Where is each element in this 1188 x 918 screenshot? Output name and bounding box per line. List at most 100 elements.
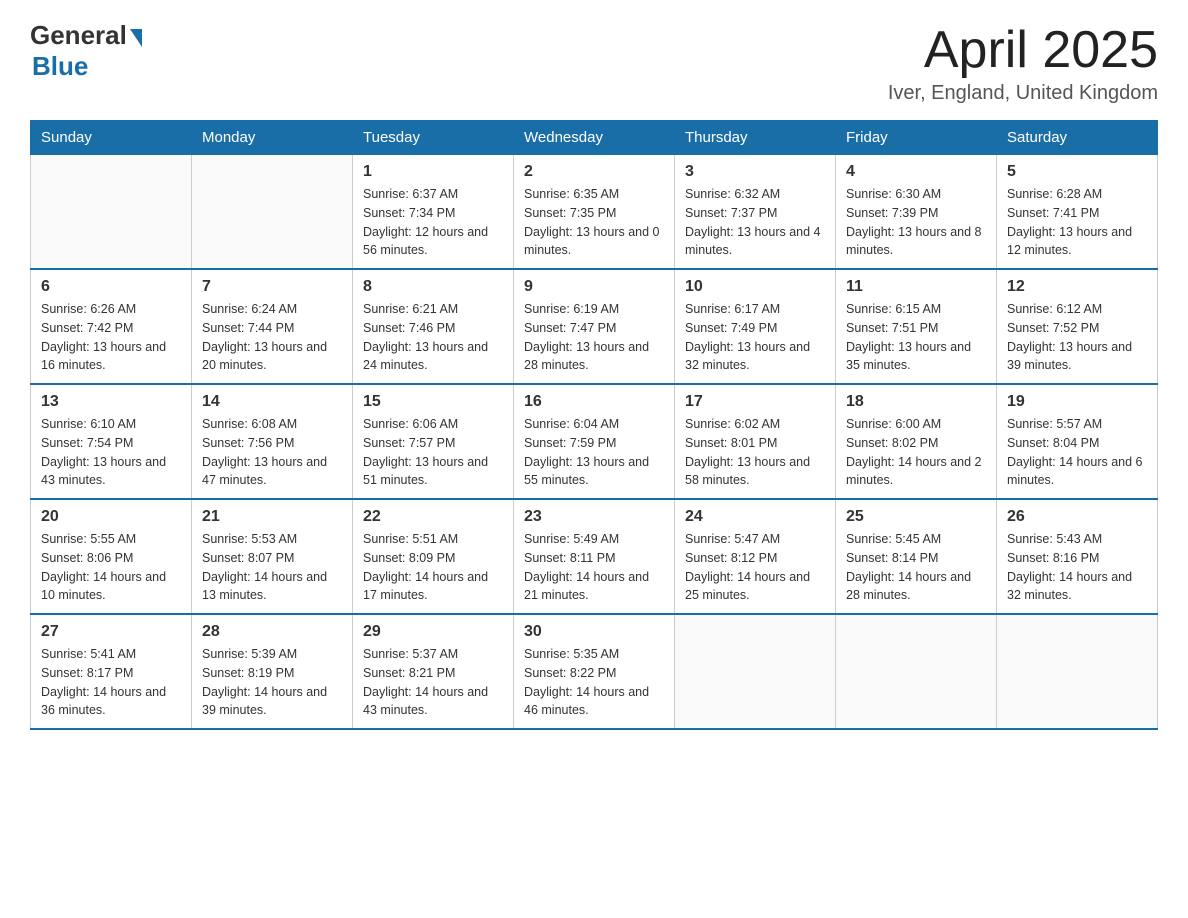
calendar-cell: 1 Sunrise: 6:37 AMSunset: 7:34 PMDayligh…	[353, 155, 514, 270]
day-number: 27	[41, 623, 181, 641]
day-info: Sunrise: 6:32 AMSunset: 7:37 PMDaylight:…	[685, 187, 821, 257]
calendar-cell	[836, 614, 997, 729]
day-number: 25	[846, 508, 986, 526]
calendar-cell	[192, 155, 353, 270]
day-info: Sunrise: 5:39 AMSunset: 8:19 PMDaylight:…	[202, 647, 327, 717]
day-number: 21	[202, 508, 342, 526]
day-info: Sunrise: 6:28 AMSunset: 7:41 PMDaylight:…	[1007, 187, 1132, 257]
week-row-2: 6 Sunrise: 6:26 AMSunset: 7:42 PMDayligh…	[31, 269, 1158, 384]
week-row-3: 13 Sunrise: 6:10 AMSunset: 7:54 PMDaylig…	[31, 384, 1158, 499]
day-info: Sunrise: 6:10 AMSunset: 7:54 PMDaylight:…	[41, 417, 166, 487]
calendar-cell: 22 Sunrise: 5:51 AMSunset: 8:09 PMDaylig…	[353, 499, 514, 614]
day-number: 9	[524, 278, 664, 296]
day-number: 18	[846, 393, 986, 411]
calendar-cell: 14 Sunrise: 6:08 AMSunset: 7:56 PMDaylig…	[192, 384, 353, 499]
day-info: Sunrise: 6:19 AMSunset: 7:47 PMDaylight:…	[524, 302, 649, 372]
day-number: 17	[685, 393, 825, 411]
day-info: Sunrise: 6:24 AMSunset: 7:44 PMDaylight:…	[202, 302, 327, 372]
calendar-cell: 28 Sunrise: 5:39 AMSunset: 8:19 PMDaylig…	[192, 614, 353, 729]
calendar-cell: 2 Sunrise: 6:35 AMSunset: 7:35 PMDayligh…	[514, 155, 675, 270]
title-section: April 2025 Iver, England, United Kingdom	[888, 20, 1158, 105]
calendar-cell: 17 Sunrise: 6:02 AMSunset: 8:01 PMDaylig…	[675, 384, 836, 499]
day-info: Sunrise: 6:00 AMSunset: 8:02 PMDaylight:…	[846, 417, 982, 487]
calendar-cell: 9 Sunrise: 6:19 AMSunset: 7:47 PMDayligh…	[514, 269, 675, 384]
calendar-cell: 16 Sunrise: 6:04 AMSunset: 7:59 PMDaylig…	[514, 384, 675, 499]
day-info: Sunrise: 6:02 AMSunset: 8:01 PMDaylight:…	[685, 417, 810, 487]
logo-general-text: General	[30, 20, 127, 51]
day-info: Sunrise: 5:35 AMSunset: 8:22 PMDaylight:…	[524, 647, 649, 717]
calendar-cell: 10 Sunrise: 6:17 AMSunset: 7:49 PMDaylig…	[675, 269, 836, 384]
calendar-cell: 5 Sunrise: 6:28 AMSunset: 7:41 PMDayligh…	[997, 155, 1158, 270]
calendar-cell: 4 Sunrise: 6:30 AMSunset: 7:39 PMDayligh…	[836, 155, 997, 270]
calendar-cell: 26 Sunrise: 5:43 AMSunset: 8:16 PMDaylig…	[997, 499, 1158, 614]
day-info: Sunrise: 5:49 AMSunset: 8:11 PMDaylight:…	[524, 532, 649, 602]
day-info: Sunrise: 5:57 AMSunset: 8:04 PMDaylight:…	[1007, 417, 1143, 487]
day-number: 29	[363, 623, 503, 641]
column-header-thursday: Thursday	[675, 121, 836, 155]
day-number: 16	[524, 393, 664, 411]
calendar-cell: 3 Sunrise: 6:32 AMSunset: 7:37 PMDayligh…	[675, 155, 836, 270]
calendar-cell	[675, 614, 836, 729]
day-info: Sunrise: 6:17 AMSunset: 7:49 PMDaylight:…	[685, 302, 810, 372]
day-number: 28	[202, 623, 342, 641]
calendar-cell: 8 Sunrise: 6:21 AMSunset: 7:46 PMDayligh…	[353, 269, 514, 384]
column-header-sunday: Sunday	[31, 121, 192, 155]
day-number: 15	[363, 393, 503, 411]
calendar-cell: 15 Sunrise: 6:06 AMSunset: 7:57 PMDaylig…	[353, 384, 514, 499]
day-info: Sunrise: 6:08 AMSunset: 7:56 PMDaylight:…	[202, 417, 327, 487]
day-info: Sunrise: 6:12 AMSunset: 7:52 PMDaylight:…	[1007, 302, 1132, 372]
calendar-cell: 7 Sunrise: 6:24 AMSunset: 7:44 PMDayligh…	[192, 269, 353, 384]
calendar-title: April 2025	[888, 20, 1158, 80]
day-info: Sunrise: 6:35 AMSunset: 7:35 PMDaylight:…	[524, 187, 660, 257]
day-info: Sunrise: 6:06 AMSunset: 7:57 PMDaylight:…	[363, 417, 488, 487]
day-info: Sunrise: 5:41 AMSunset: 8:17 PMDaylight:…	[41, 647, 166, 717]
day-number: 22	[363, 508, 503, 526]
day-number: 2	[524, 163, 664, 181]
calendar-cell: 23 Sunrise: 5:49 AMSunset: 8:11 PMDaylig…	[514, 499, 675, 614]
day-number: 14	[202, 393, 342, 411]
day-number: 19	[1007, 393, 1147, 411]
day-info: Sunrise: 5:37 AMSunset: 8:21 PMDaylight:…	[363, 647, 488, 717]
calendar-cell: 11 Sunrise: 6:15 AMSunset: 7:51 PMDaylig…	[836, 269, 997, 384]
column-header-monday: Monday	[192, 121, 353, 155]
calendar-cell: 25 Sunrise: 5:45 AMSunset: 8:14 PMDaylig…	[836, 499, 997, 614]
location-text: Iver, England, United Kingdom	[888, 82, 1158, 105]
calendar-cell	[997, 614, 1158, 729]
day-info: Sunrise: 6:21 AMSunset: 7:46 PMDaylight:…	[363, 302, 488, 372]
day-number: 23	[524, 508, 664, 526]
page-header: General Blue April 2025 Iver, England, U…	[30, 20, 1158, 105]
day-info: Sunrise: 6:37 AMSunset: 7:34 PMDaylight:…	[363, 187, 488, 257]
column-header-wednesday: Wednesday	[514, 121, 675, 155]
day-number: 30	[524, 623, 664, 641]
calendar-cell: 18 Sunrise: 6:00 AMSunset: 8:02 PMDaylig…	[836, 384, 997, 499]
day-info: Sunrise: 6:15 AMSunset: 7:51 PMDaylight:…	[846, 302, 971, 372]
day-number: 20	[41, 508, 181, 526]
logo-blue-text: Blue	[32, 51, 88, 82]
day-info: Sunrise: 5:47 AMSunset: 8:12 PMDaylight:…	[685, 532, 810, 602]
day-number: 13	[41, 393, 181, 411]
calendar-cell: 6 Sunrise: 6:26 AMSunset: 7:42 PMDayligh…	[31, 269, 192, 384]
calendar-cell: 19 Sunrise: 5:57 AMSunset: 8:04 PMDaylig…	[997, 384, 1158, 499]
day-number: 3	[685, 163, 825, 181]
week-row-5: 27 Sunrise: 5:41 AMSunset: 8:17 PMDaylig…	[31, 614, 1158, 729]
day-number: 1	[363, 163, 503, 181]
calendar-cell: 21 Sunrise: 5:53 AMSunset: 8:07 PMDaylig…	[192, 499, 353, 614]
day-number: 5	[1007, 163, 1147, 181]
day-number: 26	[1007, 508, 1147, 526]
day-number: 11	[846, 278, 986, 296]
logo: General Blue	[30, 20, 142, 82]
day-number: 6	[41, 278, 181, 296]
calendar-cell	[31, 155, 192, 270]
calendar-cell: 20 Sunrise: 5:55 AMSunset: 8:06 PMDaylig…	[31, 499, 192, 614]
logo-arrow-icon	[130, 29, 142, 47]
column-header-friday: Friday	[836, 121, 997, 155]
calendar-cell: 27 Sunrise: 5:41 AMSunset: 8:17 PMDaylig…	[31, 614, 192, 729]
day-number: 10	[685, 278, 825, 296]
day-number: 24	[685, 508, 825, 526]
day-info: Sunrise: 6:26 AMSunset: 7:42 PMDaylight:…	[41, 302, 166, 372]
column-header-saturday: Saturday	[997, 121, 1158, 155]
calendar-cell: 12 Sunrise: 6:12 AMSunset: 7:52 PMDaylig…	[997, 269, 1158, 384]
calendar-table: SundayMondayTuesdayWednesdayThursdayFrid…	[30, 120, 1158, 730]
day-number: 8	[363, 278, 503, 296]
day-info: Sunrise: 5:51 AMSunset: 8:09 PMDaylight:…	[363, 532, 488, 602]
